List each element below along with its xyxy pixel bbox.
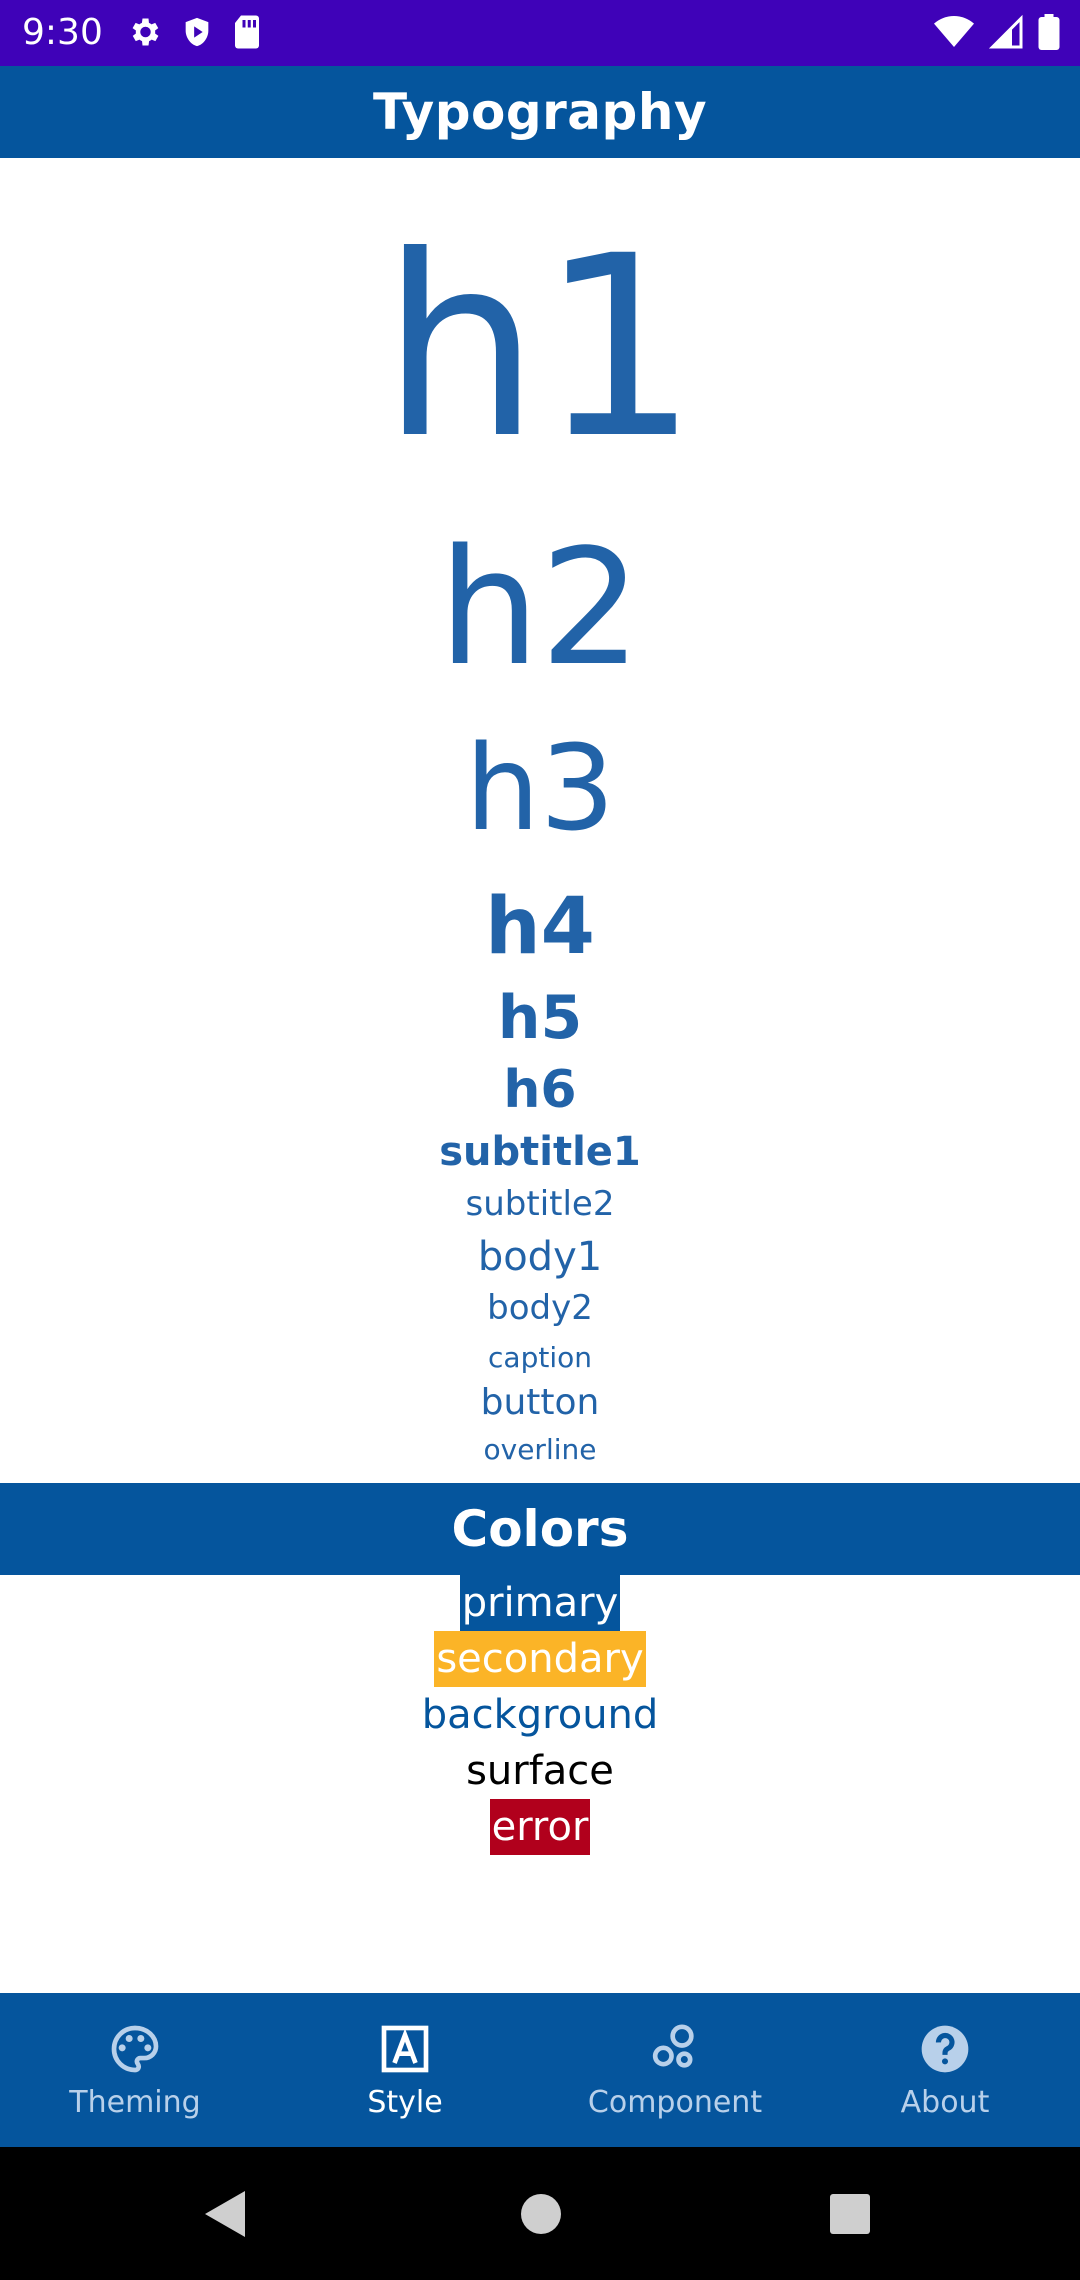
battery-icon	[1038, 14, 1060, 50]
bubbles-icon	[645, 2019, 705, 2079]
nav-item-component[interactable]: Component	[540, 1993, 810, 2147]
text-format-icon	[375, 2019, 435, 2079]
nav-label-component: Component	[587, 2085, 763, 2120]
status-notification-icons	[126, 14, 262, 50]
color-swatch-error: error	[489, 1799, 591, 1855]
help-icon	[915, 2019, 975, 2079]
home-icon[interactable]	[520, 2191, 562, 2237]
color-swatch-list: primary secondary background surface err…	[0, 1575, 1080, 1855]
page-title: Typography	[372, 83, 708, 141]
nav-label-about: About	[900, 2085, 990, 2120]
typography-h1: h1	[381, 202, 699, 493]
typography-subtitle1: subtitle1	[439, 1129, 641, 1175]
typography-h5: h5	[497, 983, 583, 1053]
typography-body1: body1	[477, 1234, 603, 1280]
signal-icon	[988, 14, 1023, 49]
recents-icon[interactable]	[829, 2191, 871, 2237]
color-swatch-primary: primary	[459, 1575, 621, 1631]
app-bar: Typography	[0, 66, 1080, 158]
typography-caption: caption	[488, 1341, 592, 1374]
colors-section-header: Colors	[0, 1483, 1080, 1575]
status-bar: 9:30	[0, 0, 1080, 66]
typography-subtitle2: subtitle2	[465, 1184, 615, 1224]
typography-h3: h3	[465, 719, 615, 857]
typography-h2: h2	[438, 514, 642, 701]
status-system-icons	[934, 14, 1060, 50]
nav-item-style[interactable]: Style	[270, 1993, 540, 2147]
typography-samples: h1 h2 h3 h4 h5 h6 subtitle1 subtitle2 bo…	[0, 158, 1080, 1483]
typography-h6: h6	[503, 1060, 577, 1120]
colors-title: Colors	[451, 1500, 629, 1558]
shield-icon	[185, 17, 209, 47]
typography-button: button	[480, 1382, 600, 1423]
palette-icon	[105, 2019, 165, 2079]
nav-item-theming[interactable]: Theming	[0, 1993, 270, 2147]
status-time: 9:30	[22, 12, 103, 53]
gear-icon	[132, 18, 159, 46]
bottom-navigation: Theming Style Component About	[0, 1993, 1080, 2147]
nav-label-style: Style	[367, 2085, 443, 2120]
color-swatch-secondary: secondary	[434, 1631, 646, 1687]
color-swatch-surface: surface	[464, 1743, 616, 1799]
back-icon[interactable]	[205, 2191, 245, 2237]
wifi-icon	[934, 16, 974, 47]
sd-card-icon	[235, 15, 259, 49]
typography-body2: body2	[487, 1288, 593, 1328]
nav-label-theming: Theming	[69, 2085, 201, 2120]
nav-item-about[interactable]: About	[810, 1993, 1080, 2147]
color-swatch-background: background	[419, 1687, 661, 1743]
typography-overline: overline	[483, 1433, 597, 1466]
typography-h4: h4	[485, 882, 595, 972]
system-navigation-bar	[0, 2147, 1080, 2280]
